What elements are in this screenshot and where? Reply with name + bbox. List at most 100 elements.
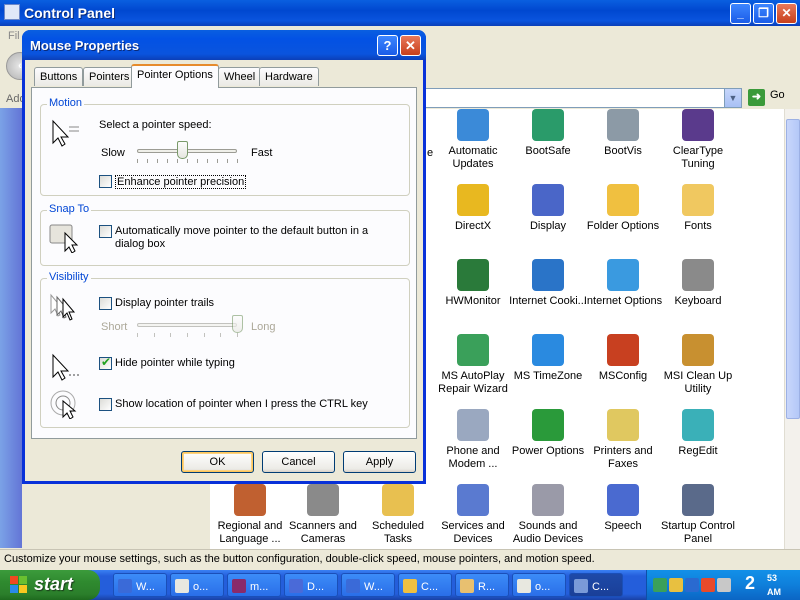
start-label: start [34, 574, 74, 594]
cp-item[interactable]: Keyboard [658, 259, 738, 308]
pointer-trails-checkbox[interactable] [99, 297, 112, 310]
hide-pointer-checkbox[interactable] [99, 355, 112, 370]
address-field[interactable] [424, 88, 742, 108]
tray-security-icon[interactable] [701, 578, 715, 592]
cp-item[interactable]: Startup Control Panel [658, 484, 738, 546]
cp-item[interactable]: Internet Options [583, 259, 663, 308]
cp-item[interactable]: Folder Options [583, 184, 663, 233]
tray-tool-icon[interactable] [717, 578, 731, 592]
tab-buttons[interactable]: Buttons [34, 67, 84, 86]
address-dropdown-button[interactable]: ▼ [724, 89, 741, 107]
cp-item[interactable]: Fonts [658, 184, 738, 233]
cp-item[interactable]: Speech [583, 484, 663, 533]
dialog-titlebar[interactable]: Mouse Properties ? ✕ [22, 30, 426, 60]
cp-item[interactable]: BootVis [583, 109, 663, 158]
slider-tick [207, 159, 208, 163]
msconfig-icon [607, 334, 639, 366]
tab-pointer-options[interactable]: Pointer Options [131, 64, 219, 88]
enhance-precision-checkbox[interactable] [99, 175, 112, 188]
cp-item[interactable]: Display [508, 184, 588, 233]
cp-item[interactable]: Power Options [508, 409, 588, 458]
power-options-icon [532, 409, 564, 441]
apply-button[interactable]: Apply [343, 451, 416, 473]
cp-item[interactable]: MSI Clean Up Utility [658, 334, 738, 396]
cp-item[interactable]: Scheduled Tasks [358, 484, 438, 546]
cp-item-label: Scanners and Cameras [289, 520, 357, 545]
taskbar-app-icon [346, 579, 360, 593]
taskbar-button[interactable]: o... [170, 573, 224, 597]
cp-item[interactable]: Sounds and Audio Devices [508, 484, 588, 546]
cp-item[interactable]: MSConfig [583, 334, 663, 383]
cp-item-label: DirectX [454, 220, 492, 232]
slider-tick [187, 159, 188, 163]
taskbar-button[interactable]: W... [341, 573, 395, 597]
tray-app-icon[interactable] [669, 578, 683, 592]
cp-item[interactable]: Services and Devices [433, 484, 513, 546]
tab-pointers[interactable]: Pointers [83, 67, 136, 86]
taskbar-button[interactable]: C... [398, 573, 452, 597]
cp-item[interactable]: MS AutoPlay Repair Wizard [433, 334, 513, 396]
cp-item[interactable]: Regional and Language ... [210, 484, 290, 546]
start-button[interactable]: start [0, 570, 100, 600]
go-button[interactable]: ➜ Go [748, 89, 796, 108]
slider-tick [137, 159, 138, 163]
ok-button[interactable]: OK [181, 451, 254, 473]
hide-pointer-label[interactable]: Hide pointer while typing [115, 357, 235, 369]
slider-tick [197, 159, 198, 163]
snap-to-label-line1[interactable]: Automatically move pointer to the defaul… [115, 225, 368, 237]
cp-item[interactable]: BootSafe [508, 109, 588, 158]
snap-to-checkbox[interactable] [99, 225, 112, 238]
cp-item[interactable]: RegEdit [658, 409, 738, 458]
cp-item[interactable]: HWMonitor [433, 259, 513, 308]
cp-item-label: Display [529, 220, 567, 232]
menu-file[interactable]: Fil [8, 30, 20, 42]
phone-modem-icon [457, 409, 489, 441]
tray-network-icon[interactable] [653, 578, 667, 592]
taskbar-button-label: W... [136, 581, 155, 593]
taskbar-button-label: C... [592, 581, 610, 593]
go-arrow-icon: ➜ [748, 89, 765, 106]
slider-tick [220, 333, 222, 337]
cp-item[interactable]: Phone and Modem ... [433, 409, 513, 471]
slider-tick [137, 333, 138, 337]
pointer-speed-slider[interactable] [176, 141, 188, 159]
pointer-trails-label[interactable]: Display pointer trails [115, 297, 214, 309]
control-panel-titlebar[interactable]: Control Panel _ ❐ ✕ [0, 0, 800, 26]
clock[interactable]: 2 53 AM [745, 573, 781, 597]
taskbar-button-label: R... [478, 581, 496, 593]
cp-item[interactable]: Scanners and Cameras [283, 484, 363, 546]
close-button[interactable]: ✕ [776, 3, 797, 24]
tab-hardware[interactable]: Hardware [259, 67, 319, 86]
maximize-button[interactable]: ❐ [753, 3, 774, 24]
bootsafe-icon [532, 109, 564, 141]
trail-length-slider[interactable] [231, 315, 243, 333]
cp-item[interactable]: DirectX [433, 184, 513, 233]
tab-wheel[interactable]: Wheel [218, 67, 262, 86]
taskbar-app-icon [460, 579, 474, 593]
show-location-checkbox[interactable] [99, 398, 112, 411]
cp-item[interactable]: Automatic Updates [433, 109, 513, 171]
taskbar-button[interactable]: W... [113, 573, 167, 597]
snap-to-label-line2[interactable]: dialog box [115, 238, 165, 250]
taskbar-button[interactable]: R... [455, 573, 509, 597]
minimize-button[interactable]: _ [730, 3, 751, 24]
scrollbar-thumb[interactable] [786, 119, 800, 419]
startup-control-panel-icon [682, 484, 714, 516]
cp-item[interactable]: Printers and Faxes [583, 409, 663, 471]
taskbar-button[interactable]: m... [227, 573, 281, 597]
show-location-label[interactable]: Show location of pointer when I press th… [115, 398, 368, 410]
taskbar-button[interactable]: C... [569, 573, 623, 597]
dialog-close-button[interactable]: ✕ [400, 35, 421, 56]
taskbar-button[interactable]: D... [284, 573, 338, 597]
cp-item[interactable]: MS TimeZone [508, 334, 588, 383]
cp-item[interactable]: Internet Cooki... [508, 259, 588, 308]
help-button[interactable]: ? [377, 35, 398, 56]
vertical-scrollbar[interactable] [784, 109, 800, 549]
taskbar-app-icon [403, 579, 417, 593]
cancel-button[interactable]: Cancel [262, 451, 335, 473]
timezone-icon [532, 334, 564, 366]
cp-item[interactable]: ClearType Tuning [658, 109, 738, 171]
tray-update-icon[interactable] [685, 578, 699, 592]
enhance-precision-label[interactable]: Enhance pointer precision [115, 175, 247, 189]
taskbar-button[interactable]: o... [512, 573, 566, 597]
